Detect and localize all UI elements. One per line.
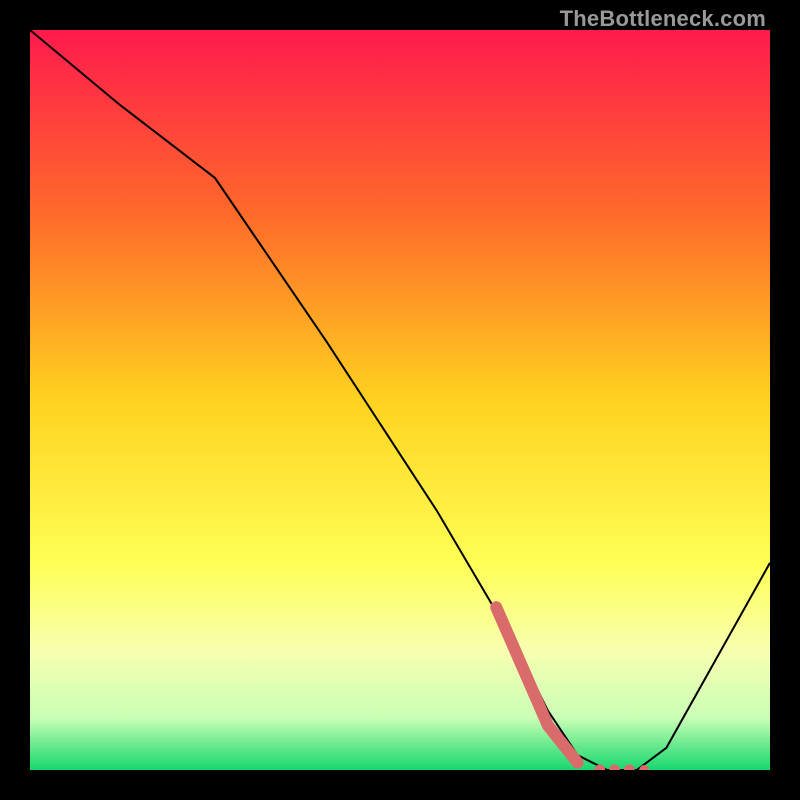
chart-background (30, 30, 770, 770)
chart-svg (30, 30, 770, 770)
watermark-text: TheBottleneck.com (560, 6, 766, 32)
chart-area (30, 30, 770, 770)
